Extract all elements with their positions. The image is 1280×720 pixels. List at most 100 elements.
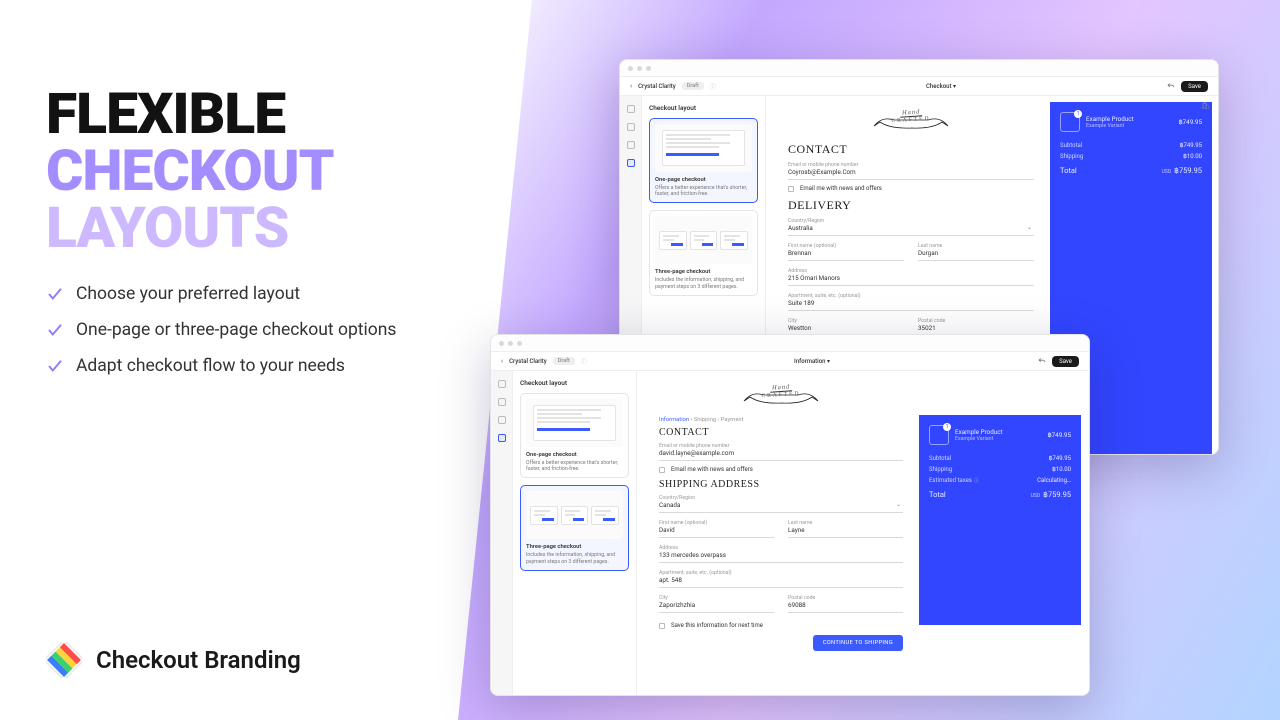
three-page-thumb <box>526 491 623 539</box>
page-switcher[interactable]: Checkout ▾ <box>926 83 956 90</box>
country-field[interactable]: Country/RegionAustralia⌄ <box>788 216 1034 236</box>
headline: Flexible Checkout Layouts <box>46 85 486 256</box>
news-optin[interactable]: Email me with news and offers <box>788 185 1034 192</box>
product-name: Example Product <box>955 428 1003 436</box>
rail-item-sections[interactable] <box>498 380 506 388</box>
total-value: ฿759.95 <box>1043 490 1071 499</box>
feature-list: Choose your preferred layout One-page or… <box>46 284 486 376</box>
postal-field[interactable]: Postal code35021 <box>918 316 1034 336</box>
rail-item-theme[interactable] <box>498 398 506 406</box>
feature-text: One-page or three-page checkout options <box>76 320 396 340</box>
address-field[interactable]: Address215 Omari Manors <box>788 266 1034 286</box>
email-field[interactable]: Email or mobile phone numberCoyrosb@Exam… <box>788 160 1034 180</box>
undo-icon[interactable] <box>1166 81 1176 91</box>
postal-field[interactable]: Postal code69088 <box>788 593 903 613</box>
editor-rail <box>491 371 513 695</box>
apt-field[interactable]: Apartment, suite, etc. (optional)Suite 1… <box>788 291 1034 311</box>
delivery-heading: DELIVERY <box>788 198 1034 213</box>
option-title: Three-page checkout <box>526 544 623 550</box>
total-value: ฿759.95 <box>1174 166 1202 175</box>
layout-option-onepage[interactable]: One-page checkout Offers a better experi… <box>520 393 629 478</box>
total-label: Total <box>929 490 946 499</box>
subtotal-label: Subtotal <box>1060 142 1082 149</box>
check-icon <box>46 285 64 303</box>
chevron-down-icon: ⌄ <box>1027 224 1032 231</box>
rail-item-settings[interactable] <box>627 141 635 149</box>
editor-topbar: ‹ Crystal Clarity Draft ⓘ Checkout ▾ Sav… <box>620 77 1218 96</box>
tax-value: Calculating… <box>1037 477 1071 484</box>
subtotal-value: ฿749.95 <box>1049 455 1071 462</box>
city-field[interactable]: CityWestton <box>788 316 904 336</box>
last-name-field[interactable]: Last nameDurgan <box>918 241 1034 261</box>
shipping-value: ฿10.00 <box>1052 466 1071 473</box>
shipping-value: ฿10.00 <box>1183 153 1202 160</box>
back-icon[interactable]: ‹ <box>630 82 632 90</box>
checkbox-icon <box>659 467 665 473</box>
info-icon[interactable]: ⓘ <box>581 357 587 366</box>
browser-window-threepage: ‹ Crystal Clarity Draft ⓘ Information ▾ … <box>490 334 1090 696</box>
continue-button[interactable]: CONTINUE TO SHIPPING <box>813 635 903 651</box>
undo-icon[interactable] <box>1037 356 1047 366</box>
cart-icon[interactable]: 🛍 <box>1201 102 1210 110</box>
country-field[interactable]: Country/RegionCanada⌄ <box>659 493 903 513</box>
option-desc: Includes the information, shipping, and … <box>526 552 623 564</box>
news-optin[interactable]: Email me with news and offers <box>659 466 903 473</box>
feature-item: One-page or three-page checkout options <box>46 320 486 340</box>
option-title: One-page checkout <box>526 452 623 458</box>
window-chrome <box>491 335 1089 352</box>
layout-option-onepage[interactable]: One-page checkout Offers a better experi… <box>649 118 758 203</box>
option-desc: Offers a better experience that's shorte… <box>655 185 752 197</box>
last-name-field[interactable]: Last nameLayne <box>788 518 903 538</box>
back-icon[interactable]: ‹ <box>501 357 503 365</box>
option-title: One-page checkout <box>655 177 752 183</box>
checkbox-icon <box>659 623 665 629</box>
shipping-heading: SHIPPING ADDRESS <box>659 479 903 490</box>
city-field[interactable]: CityZaporizhzhia <box>659 593 774 613</box>
rail-item-layout[interactable] <box>498 434 506 442</box>
product-variant: Example Variant <box>955 436 1003 442</box>
chevron-down-icon: ⌄ <box>896 501 901 508</box>
shipping-label: Shipping <box>929 466 952 473</box>
product-price: ฿749.95 <box>1179 118 1202 126</box>
product-thumb-icon <box>1060 112 1080 132</box>
feature-item: Choose your preferred layout <box>46 284 486 304</box>
product-name: Example Product <box>1086 115 1134 123</box>
info-icon[interactable]: ⓘ <box>710 82 716 91</box>
product-variant: Example Variant <box>1086 123 1134 129</box>
one-page-thumb <box>526 399 623 447</box>
draft-badge: Draft <box>553 357 575 365</box>
option-desc: Includes the information, shipping, and … <box>655 277 752 289</box>
panel-title: Checkout layout <box>520 379 629 387</box>
store-name: Crystal Clarity <box>509 358 547 365</box>
subtotal-value: ฿749.95 <box>1180 142 1202 149</box>
apt-field[interactable]: Apartment, suite, etc. (optional)apt. 54… <box>659 568 903 588</box>
feature-item: Adapt checkout flow to your needs <box>46 356 486 376</box>
address-field[interactable]: Address133 mercedes overpass <box>659 543 903 563</box>
tax-label: Estimated taxesⓘ <box>929 477 979 484</box>
contact-heading: CONTACT <box>659 427 903 438</box>
brand-name: Checkout Branding <box>96 646 301 674</box>
order-summary: Example ProductExample Variant ฿749.95 S… <box>919 415 1081 625</box>
layout-option-threepage[interactable]: Three-page checkout Includes the informa… <box>520 485 629 570</box>
panel-title: Checkout layout <box>649 104 758 112</box>
layout-option-threepage[interactable]: Three-page checkout Includes the informa… <box>649 210 758 295</box>
window-chrome <box>620 60 1218 77</box>
first-name-field[interactable]: First name (optional)David <box>659 518 774 538</box>
rail-item-sections[interactable] <box>627 105 635 113</box>
rail-item-theme[interactable] <box>627 123 635 131</box>
save-info-optin[interactable]: Save this information for next time <box>659 622 903 629</box>
product-thumb-icon <box>929 425 949 445</box>
contact-heading: CONTACT <box>788 142 1034 157</box>
save-button[interactable]: Save <box>1181 81 1208 92</box>
page-switcher[interactable]: Information ▾ <box>794 358 830 365</box>
three-page-thumb <box>655 216 752 264</box>
brand-lockup: Checkout Branding <box>46 642 301 678</box>
layout-panel: Checkout layout One-page checkout Offers… <box>513 371 637 695</box>
rail-item-settings[interactable] <box>498 416 506 424</box>
store-logo: HandCRAFTED <box>659 381 903 411</box>
rail-item-layout[interactable] <box>627 159 635 167</box>
save-button[interactable]: Save <box>1052 356 1079 367</box>
email-field[interactable]: Email or mobile phone numberdavid.layne@… <box>659 441 903 461</box>
feature-text: Adapt checkout flow to your needs <box>76 356 345 376</box>
first-name-field[interactable]: First name (optional)Brennan <box>788 241 904 261</box>
